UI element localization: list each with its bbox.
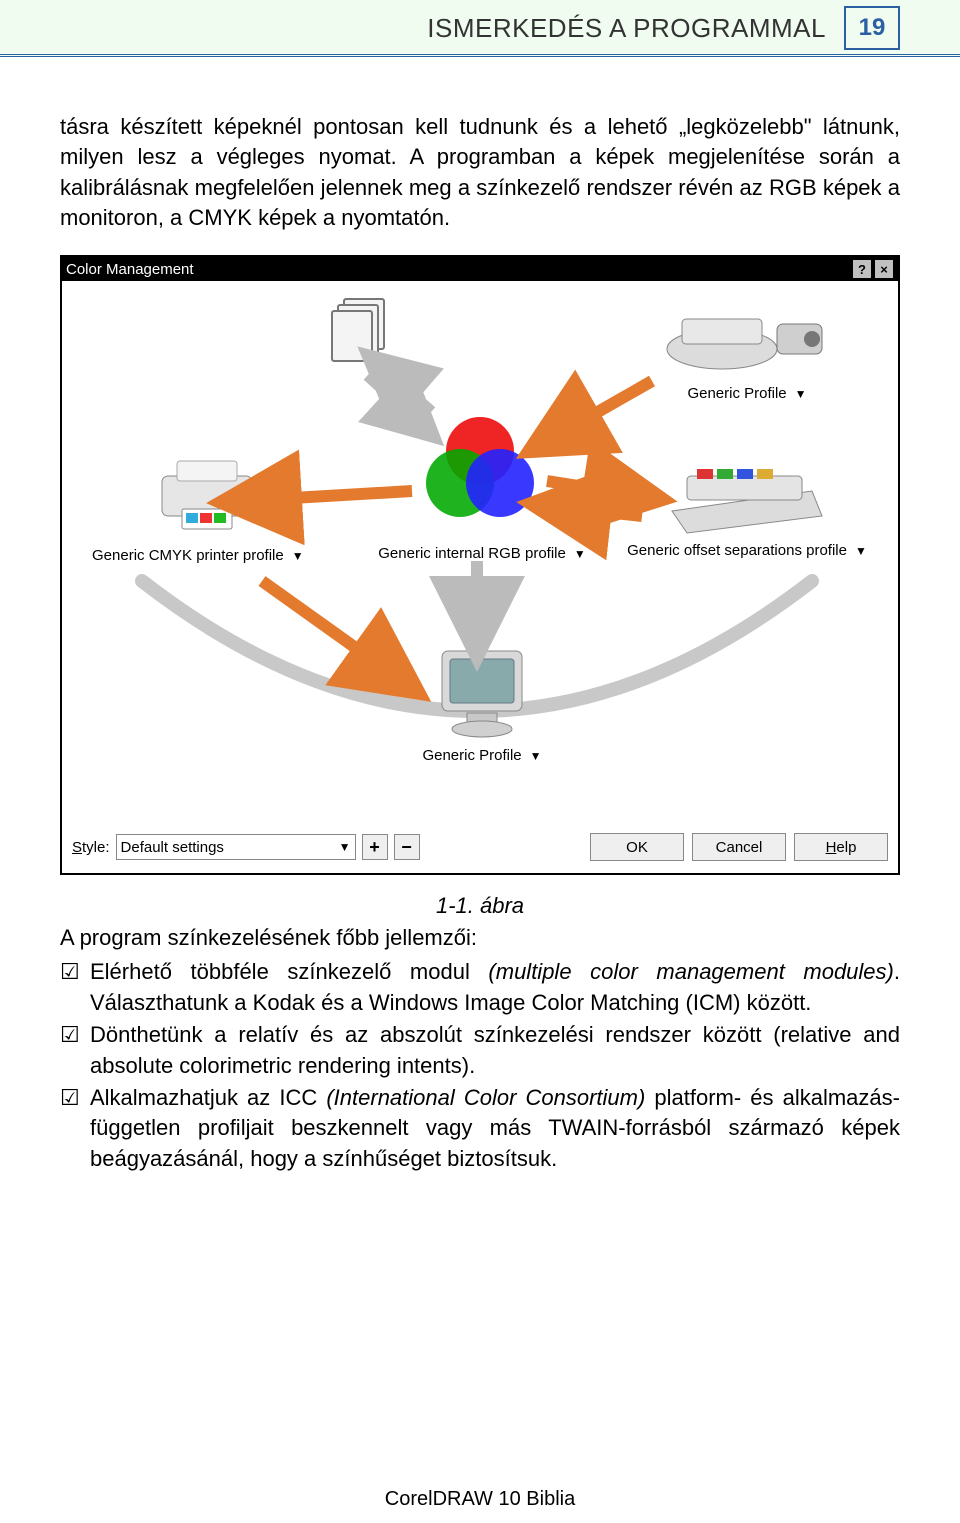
style-value: Default settings [121, 839, 224, 856]
body-paragraph: tásra készített képeknél pontosan kell t… [60, 112, 900, 233]
dialog-canvas: Generic Profile ▼ Generic internal RGB p… [62, 281, 898, 823]
chapter-title: ISMERKEDÉS A PROGRAMMAL [427, 13, 826, 44]
help-button[interactable]: Help [794, 833, 888, 861]
help-icon[interactable]: ? [852, 259, 872, 279]
close-icon[interactable]: × [874, 259, 894, 279]
feature-list: Elérhető többféle színkezelő modul (mult… [60, 957, 900, 1174]
add-style-button[interactable]: + [362, 834, 388, 860]
figure-caption: 1-1. ábra [60, 893, 900, 919]
dialog-title: Color Management [66, 261, 194, 278]
style-select[interactable]: Default settings ▼ [116, 834, 356, 860]
page-footer: CorelDRAW 10 Biblia [0, 1488, 960, 1511]
color-management-dialog: Color Management ? × [60, 255, 900, 875]
page-number: 19 [844, 6, 900, 50]
dialog-bottom-bar: Style: Default settings ▼ + − OK Cancel … [62, 823, 898, 873]
chevron-down-icon: ▼ [339, 840, 351, 854]
list-item: Elérhető többféle színkezelő modul (mult… [60, 957, 900, 1018]
list-item: Dönthetünk a relatív és az abszolút szín… [60, 1020, 900, 1081]
list-item: Alkalmazhatjuk az ICC (International Col… [60, 1083, 900, 1174]
page-header: ISMERKEDÉS A PROGRAMMAL 19 [0, 0, 960, 57]
cancel-button[interactable]: Cancel [692, 833, 786, 861]
list-intro: A program színkezelésének főbb jellemzői… [60, 925, 900, 951]
remove-style-button[interactable]: − [394, 834, 420, 860]
dialog-titlebar[interactable]: Color Management ? × [62, 257, 898, 281]
style-label: Style: [72, 839, 110, 856]
ok-button[interactable]: OK [590, 833, 684, 861]
flow-arrows [62, 281, 892, 823]
